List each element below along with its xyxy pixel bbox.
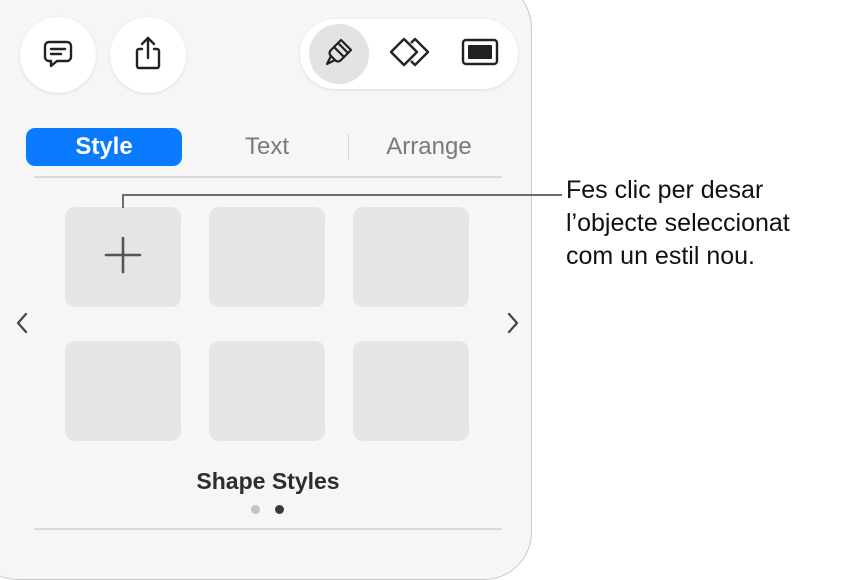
add-style-tile[interactable]	[65, 207, 181, 307]
callout-line-2: l’objecte seleccionat	[566, 209, 790, 237]
tab-style[interactable]: Style	[26, 128, 182, 166]
tab-divider	[348, 134, 349, 160]
callout-line-3: com un estil nou.	[566, 242, 755, 270]
style-tile[interactable]	[65, 341, 181, 441]
document-button[interactable]	[450, 24, 510, 84]
chevron-right-icon	[506, 311, 520, 340]
bottom-divider	[34, 528, 502, 530]
next-page-button[interactable]	[499, 305, 527, 345]
callout-leader-vertical	[122, 195, 124, 208]
style-tile[interactable]	[353, 207, 469, 307]
style-tile[interactable]	[353, 341, 469, 441]
tab-arrange[interactable]: Arrange	[362, 128, 496, 166]
document-panel-icon	[461, 37, 499, 72]
page-indicator-dot-active[interactable]	[275, 505, 284, 514]
share-button[interactable]	[110, 17, 186, 93]
paintbrush-icon	[322, 35, 356, 74]
chevron-left-icon	[15, 311, 29, 340]
comment-button[interactable]	[20, 17, 96, 93]
callout-text: Fes clic per desar l’objecte seleccionat…	[566, 174, 790, 273]
shape-styles-title: Shape Styles	[196, 468, 340, 494]
page-indicator-dot[interactable]	[251, 505, 260, 514]
format-button[interactable]	[309, 24, 369, 84]
animate-diamond-icon	[389, 35, 431, 74]
style-tile[interactable]	[209, 341, 325, 441]
share-icon	[131, 34, 165, 77]
tab-text[interactable]: Text	[200, 128, 334, 166]
inspector-toggle-group	[300, 19, 518, 89]
comment-bubble-icon	[41, 36, 75, 75]
callout-line-1: Fes clic per desar	[566, 176, 764, 204]
animate-button[interactable]	[380, 24, 440, 84]
callout-leader-horizontal	[122, 194, 562, 196]
plus-icon	[102, 234, 144, 281]
previous-page-button[interactable]	[8, 305, 36, 345]
style-tile[interactable]	[209, 207, 325, 307]
tabs-divider	[34, 176, 502, 178]
